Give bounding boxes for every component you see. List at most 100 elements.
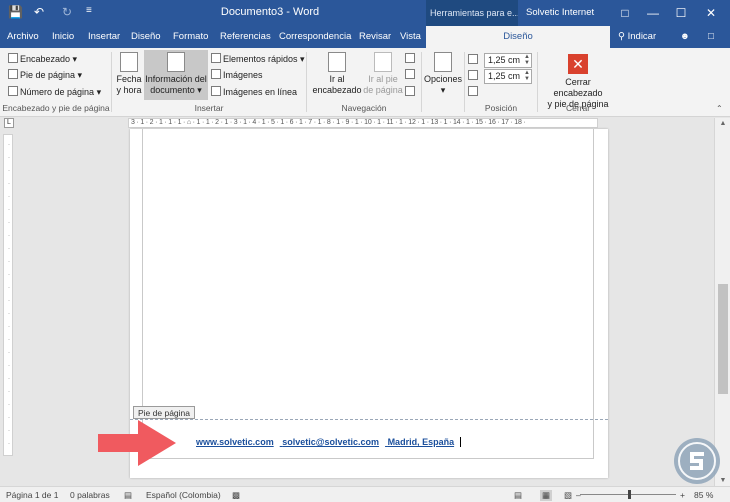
group-label-navegacion: Navegación xyxy=(341,103,387,113)
header-top-icon xyxy=(468,54,478,64)
tab-inicio[interactable]: Inicio xyxy=(52,31,74,42)
fecha-label-1: Fecha xyxy=(116,74,142,84)
elementos-rapidos-button[interactable]: Elementos rápidos ▾ xyxy=(211,53,305,65)
zoom-level[interactable]: 85 % xyxy=(694,490,713,500)
scroll-thumb[interactable] xyxy=(718,284,728,394)
proofing-icon[interactable]: ▤ xyxy=(124,490,132,501)
language-status[interactable]: Español (Colombia) xyxy=(146,490,221,500)
footer-boundary xyxy=(130,419,608,420)
minimize-icon[interactable]: — xyxy=(642,3,664,23)
tab-revisar[interactable]: Revisar xyxy=(359,31,391,42)
link-icon xyxy=(405,86,415,96)
collapse-ribbon-arrow-icon[interactable]: ⌃ xyxy=(716,104,723,113)
opciones-button[interactable]: Opciones ▾ xyxy=(424,52,462,96)
footer-icon xyxy=(8,69,18,79)
tab-formato[interactable]: Formato xyxy=(173,31,208,42)
tab-insertar[interactable]: Insertar xyxy=(88,31,120,42)
collapse-ribbon-icon[interactable]: □ xyxy=(708,31,714,42)
spinner-arrows-icon[interactable]: ▲ ▼ xyxy=(524,70,530,82)
imagenes-button[interactable]: Imágenes xyxy=(211,69,263,80)
insert-alignment-tab-icon[interactable] xyxy=(468,86,480,97)
tell-me-search[interactable]: ⚲ Indicar xyxy=(618,31,656,42)
page-number-icon xyxy=(8,86,18,96)
picture-icon xyxy=(211,69,221,79)
maximize-icon[interactable]: ☐ xyxy=(670,3,692,23)
account-name[interactable]: Solvetic Internet xyxy=(526,7,594,18)
imagenes-linea-label: Imágenes en línea xyxy=(223,87,298,97)
zoom-in-icon[interactable]: + xyxy=(680,490,685,500)
title-bar: 💾 ↶ ↻ ≡ Documento3 - Word Herramientas p… xyxy=(0,0,730,26)
go-to-header-icon xyxy=(328,52,346,72)
ir-pie-label-1: Ir al pie xyxy=(368,74,398,84)
footer-position-icon xyxy=(468,70,480,81)
footer-content[interactable]: www.solvetic.com solvetic@solvetic.com M… xyxy=(196,437,462,447)
imagenes-label: Imágenes xyxy=(223,70,263,80)
encabezado-label: Encabezado xyxy=(20,54,71,64)
tab-diseno[interactable]: Diseño xyxy=(131,31,161,42)
ribbon: Encabezado ▾ Pie de página ▾ Número de p… xyxy=(0,48,730,117)
watermark-logo xyxy=(674,438,720,484)
ir-enc-label-2: encabezado xyxy=(312,85,362,95)
scroll-up-icon[interactable]: ▲ xyxy=(715,120,730,127)
print-layout-icon[interactable]: ▦ xyxy=(540,490,553,501)
tab-correspondencia[interactable]: Correspondencia xyxy=(279,31,351,42)
pie-button[interactable]: Pie de página ▾ xyxy=(8,69,82,81)
numero-pagina-button[interactable]: Número de página ▾ xyxy=(8,86,101,98)
read-mode-icon[interactable]: ▤ xyxy=(514,490,522,501)
text-cursor xyxy=(460,437,462,447)
header-icon xyxy=(8,53,18,63)
share-icon[interactable]: ☻ xyxy=(680,31,690,42)
page-count[interactable]: Página 1 de 1 xyxy=(6,490,58,500)
next-icon xyxy=(405,69,415,79)
previous-section-icon[interactable] xyxy=(405,53,417,64)
tab-referencias[interactable]: Referencias xyxy=(220,31,271,42)
tab-archivo[interactable]: Archivo xyxy=(7,31,39,42)
group-label-header-footer: Encabezado y pie de página xyxy=(2,103,110,113)
opciones-label: Opciones xyxy=(424,74,463,84)
header-position-icon xyxy=(468,54,480,65)
cerrar-encabezado-button[interactable]: ✕ Cerrar encabezado y pie de página xyxy=(540,54,616,110)
footer-tag: Pie de página xyxy=(133,406,195,419)
close-window-icon[interactable]: ✕ xyxy=(700,3,722,23)
separator xyxy=(537,52,538,112)
separator xyxy=(306,52,307,112)
web-layout-icon[interactable]: ▧ xyxy=(564,490,572,501)
next-section-icon[interactable] xyxy=(405,69,417,80)
fecha-hora-button[interactable]: Fecha y hora xyxy=(114,52,144,96)
header-position-value: 1,25 cm xyxy=(488,55,521,65)
info-label-2: documento xyxy=(150,85,195,95)
footer-email[interactable]: solvetic@solvetic.com xyxy=(282,437,379,447)
fecha-label-2: y hora xyxy=(116,85,142,95)
imagenes-linea-button[interactable]: Imágenes en línea xyxy=(211,86,297,97)
footer-position-spinner[interactable]: 1,25 cm ▲ ▼ xyxy=(484,69,532,84)
vertical-scrollbar[interactable]: ▲ ▼ xyxy=(714,118,730,486)
spinner-arrows-icon[interactable]: ▲ ▼ xyxy=(524,54,530,66)
footer-location[interactable]: Madrid, España xyxy=(388,437,455,447)
footer-website[interactable]: www.solvetic.com xyxy=(196,437,274,447)
word-count[interactable]: 0 palabras xyxy=(70,490,110,500)
encabezado-button[interactable]: Encabezado ▾ xyxy=(8,53,77,65)
previous-icon xyxy=(405,53,415,63)
header-position-spinner[interactable]: 1,25 cm ▲ ▼ xyxy=(484,53,532,68)
ir-pie-button[interactable]: Ir al pie de página xyxy=(362,52,404,96)
vertical-ruler-marks: · · · · · · · · · · · · · · · · · · · · · · · · xyxy=(8,142,10,447)
group-label-cerrar: Cerrar xyxy=(565,103,591,113)
macro-record-icon[interactable]: ▩ xyxy=(232,490,240,501)
alignment-tab-icon xyxy=(468,86,478,96)
separator xyxy=(421,52,422,112)
tab-selector[interactable]: L xyxy=(4,118,14,128)
link-previous-icon[interactable] xyxy=(405,86,417,97)
zoom-out-icon[interactable]: – xyxy=(576,490,581,500)
document-info-icon xyxy=(167,52,185,72)
zoom-slider-knob[interactable] xyxy=(628,490,631,499)
tab-vista[interactable]: Vista xyxy=(400,31,421,42)
ir-encabezado-button[interactable]: Ir al encabezado xyxy=(312,52,362,96)
vertical-ruler[interactable]: · · · · · · · · · · · · · · · · · · · · · · · · xyxy=(3,134,13,456)
ribbon-display-icon[interactable]: □ xyxy=(614,3,636,23)
numero-label: Número de página xyxy=(20,87,95,97)
info-label-1: Información del xyxy=(145,74,207,84)
tab-diseno-context[interactable]: Diseño xyxy=(426,26,610,48)
info-documento-button[interactable]: Información del documento ▾ xyxy=(144,50,208,100)
horizontal-ruler[interactable]: 3 · 1 · 2 · 1 · 1 · 1 · ⌂ · 1 · 1 · 2 · … xyxy=(128,118,598,128)
ruler-scale: 3 · 1 · 2 · 1 · 1 · 1 · ⌂ · 1 · 1 · 2 · … xyxy=(131,119,526,126)
